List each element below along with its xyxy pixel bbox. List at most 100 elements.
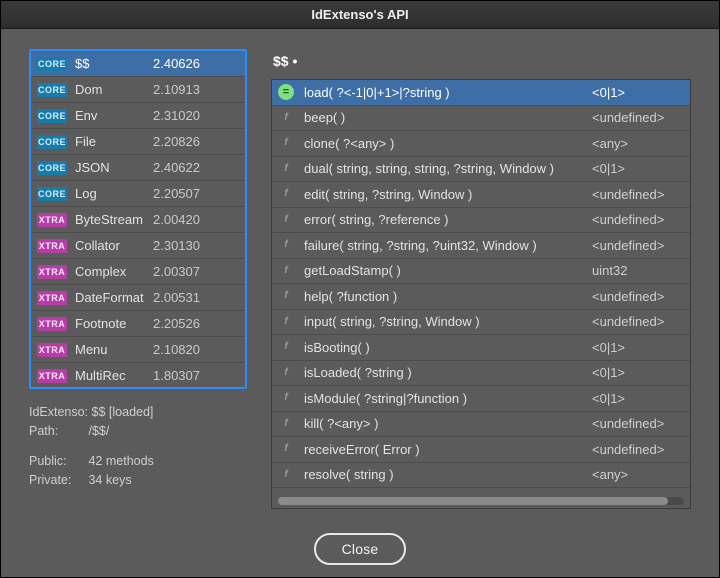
function-icon: f	[278, 212, 294, 228]
core-badge-icon: CORE	[37, 109, 67, 123]
function-icon: f	[278, 161, 294, 177]
method-row[interactable]: f help( ?function )<undefined>	[272, 284, 690, 310]
module-row[interactable]: XTRAFootnote2.20526	[31, 311, 245, 337]
xtra-badge-icon: XTRA	[37, 369, 67, 383]
method-row[interactable]: ferror( string, ?reference )<undefined>	[272, 208, 690, 234]
window-title: IdExtenso's API	[1, 1, 719, 29]
function-icon: f	[278, 416, 294, 432]
module-row[interactable]: CORE File2.20826	[31, 129, 245, 155]
method-list[interactable]: =load( ?<-1|0|+1>|?string )<0|1>fbeep( )…	[271, 79, 691, 509]
module-name: Collator	[75, 238, 153, 253]
method-row[interactable]: f resolve( string )<any>	[272, 463, 690, 489]
method-row[interactable]: freceiveError( Error )<undefined>	[272, 437, 690, 463]
method-row[interactable]: =load( ?<-1|0|+1>|?string )<0|1>	[272, 80, 690, 106]
module-version: 2.20826	[153, 134, 200, 149]
core-badge-icon: CORE	[37, 135, 67, 149]
method-signature: input( string, ?string, Window )	[304, 314, 592, 329]
method-return-type: <undefined>	[592, 289, 682, 304]
method-return-type: <0|1>	[592, 85, 682, 100]
method-signature: edit( string, ?string, Window )	[304, 187, 592, 202]
module-version: 2.00531	[153, 290, 200, 305]
breadcrumb: $$ •	[271, 49, 691, 79]
method-row[interactable]: fbeep( )<undefined>	[272, 106, 690, 132]
module-row[interactable]: XTRA Menu2.10820	[31, 337, 245, 363]
method-selected-icon: =	[278, 84, 294, 100]
method-row[interactable]: fisModule( ?string|?function )<0|1>	[272, 386, 690, 412]
function-icon: f	[278, 135, 294, 151]
method-return-type: <undefined>	[592, 416, 682, 431]
method-return-type: <0|1>	[592, 161, 682, 176]
method-row[interactable]: fisLoaded( ?string )<0|1>	[272, 361, 690, 387]
close-button[interactable]: Close	[314, 533, 406, 565]
method-row[interactable]: ffailure( string, ?string, ?uint32, Wind…	[272, 233, 690, 259]
module-version: 2.30130	[153, 238, 200, 253]
method-row[interactable]: finput( string, ?string, Window )<undefi…	[272, 310, 690, 336]
module-version: 2.00307	[153, 264, 200, 279]
module-row[interactable]: XTRAByteStream2.00420	[31, 207, 245, 233]
module-row[interactable]: XTRA DateFormat2.00531	[31, 285, 245, 311]
function-icon: f	[278, 314, 294, 330]
info-private-label: Private:	[29, 471, 85, 490]
function-icon: f	[278, 263, 294, 279]
module-row[interactable]: COREJSON2.40622	[31, 155, 245, 181]
xtra-badge-icon: XTRA	[37, 265, 67, 279]
module-version: 2.00420	[153, 212, 200, 227]
info-public-value: 42 methods	[88, 454, 153, 468]
core-badge-icon: CORE	[37, 83, 67, 97]
module-row[interactable]: CORE$$2.40626	[31, 51, 245, 77]
module-version: 2.20526	[153, 316, 200, 331]
core-badge-icon: CORE	[37, 161, 67, 175]
method-signature: getLoadStamp( )	[304, 263, 592, 278]
horizontal-scrollbar[interactable]	[278, 497, 684, 505]
method-signature: dual( string, string, string, ?string, W…	[304, 161, 592, 176]
method-return-type: <undefined>	[592, 238, 682, 253]
info-path-label: Path:	[29, 422, 85, 441]
module-row[interactable]: CORELog2.20507	[31, 181, 245, 207]
module-name: MultiRec	[75, 368, 153, 383]
module-name: Complex	[75, 264, 153, 279]
function-icon: f	[278, 288, 294, 304]
module-version: 2.40626	[153, 56, 200, 71]
xtra-badge-icon: XTRA	[37, 343, 67, 357]
module-row[interactable]: XTRA Complex2.00307	[31, 259, 245, 285]
api-dialog: IdExtenso's API CORE$$2.40626COREDom2.10…	[0, 0, 720, 578]
method-return-type: <undefined>	[592, 442, 682, 457]
method-row[interactable]: f kill( ?<any> )<undefined>	[272, 412, 690, 438]
method-signature: resolve( string )	[304, 467, 592, 482]
module-version: 2.40622	[153, 160, 200, 175]
function-icon: f	[278, 467, 294, 483]
method-return-type: <any>	[592, 467, 682, 482]
module-name: DateFormat	[75, 290, 153, 305]
method-signature: failure( string, ?string, ?uint32, Windo…	[304, 238, 592, 253]
module-row[interactable]: COREEnv2.31020	[31, 103, 245, 129]
method-signature: kill( ?<any> )	[304, 416, 592, 431]
module-name: ByteStream	[75, 212, 153, 227]
module-name: Menu	[75, 342, 153, 357]
method-row[interactable]: fclone( ?<any> )<any>	[272, 131, 690, 157]
module-row[interactable]: COREDom2.10913	[31, 77, 245, 103]
method-return-type: <undefined>	[592, 110, 682, 125]
module-list[interactable]: CORE$$2.40626COREDom2.10913COREEnv2.3102…	[29, 49, 247, 389]
info-private-value: 34 keys	[88, 473, 131, 487]
module-row[interactable]: XTRACollator2.30130	[31, 233, 245, 259]
scrollbar-thumb[interactable]	[278, 497, 668, 505]
method-row[interactable]: fedit( string, ?string, Window )<undefin…	[272, 182, 690, 208]
method-signature: isLoaded( ?string )	[304, 365, 592, 380]
method-signature: help( ?function )	[304, 289, 592, 304]
module-name: File	[75, 134, 153, 149]
info-line-1: IdExtenso: $$ [loaded]	[29, 403, 247, 422]
module-name: Footnote	[75, 316, 153, 331]
module-name: Log	[75, 186, 153, 201]
method-row[interactable]: f dual( string, string, string, ?string, …	[272, 157, 690, 183]
method-row[interactable]: fisBooting( )<0|1>	[272, 335, 690, 361]
xtra-badge-icon: XTRA	[37, 291, 67, 305]
method-row[interactable]: fgetLoadStamp( )uint32	[272, 259, 690, 285]
method-signature: isModule( ?string|?function )	[304, 391, 592, 406]
info-path-value: /$$/	[88, 424, 109, 438]
module-version: 2.10820	[153, 342, 200, 357]
module-row[interactable]: XTRAMultiRec1.80307	[31, 363, 245, 389]
function-icon: f	[278, 390, 294, 406]
module-name: $$	[75, 56, 153, 71]
function-icon: f	[278, 441, 294, 457]
function-icon: f	[278, 339, 294, 355]
